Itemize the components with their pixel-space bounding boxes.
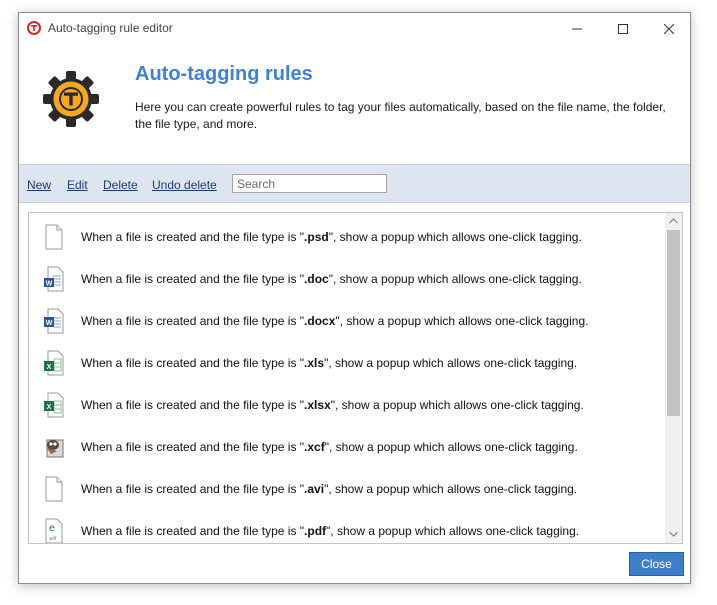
delete-rule-link[interactable]: Delete [103,178,138,192]
maximize-button[interactable] [600,13,646,44]
pdf-file-icon: e pdf [45,518,63,543]
header-panel: Auto-tagging rules Here you can create p… [19,44,690,163]
page-title: Auto-tagging rules [135,63,313,85]
app-logo-icon [27,21,41,35]
minimize-icon [572,28,582,29]
close-window-button[interactable] [646,13,690,44]
rule-text: When a file is created and the file type… [81,482,578,496]
edit-rule-link[interactable]: Edit [67,178,88,192]
svg-text:W: W [46,320,53,327]
toolbar: New Edit Delete Undo delete [19,164,690,203]
list-item[interactable]: X When a file is created and the file ty… [29,342,664,384]
rule-text: When a file is created and the file type… [81,440,578,454]
search-input[interactable] [232,174,387,193]
list-item[interactable]: When a file is created and the file type… [29,216,664,258]
excel-xlsx-icon: X [44,392,64,418]
gimp-icon [46,439,64,458]
rule-text: When a file is created and the file type… [81,230,582,244]
list-item[interactable]: When a file is created and the file type… [29,468,664,510]
svg-text:pdf: pdf [50,536,58,542]
minimize-button[interactable] [554,13,600,44]
list-item[interactable]: W When a file is created and the file ty… [29,300,664,342]
blank-file-icon [45,224,63,250]
title-bar[interactable]: Auto-tagging rule editor [19,13,690,44]
svg-text:W: W [46,281,53,288]
rule-text: When a file is created and the file type… [81,398,584,412]
list-item[interactable]: e pdf When a file is created and the fil… [29,510,664,543]
scroll-up-icon[interactable] [669,218,678,224]
rules-list[interactable]: When a file is created and the file type… [28,212,683,544]
rule-editor-window: Auto-tagging rule editor Auto-tagging ru… [18,12,691,584]
undo-delete-link[interactable]: Undo delete [152,178,217,192]
scroll-down-icon[interactable] [669,531,678,537]
new-rule-link[interactable]: New [27,178,51,192]
blank-file-icon [45,476,63,502]
rule-text: When a file is created and the file type… [81,356,578,370]
gear-logo-icon [43,71,99,127]
close-icon [664,23,674,34]
window-title: Auto-tagging rule editor [48,21,173,35]
close-button[interactable]: Close [629,552,684,576]
vertical-scrollbar[interactable] [665,213,682,543]
svg-text:X: X [47,364,52,371]
maximize-icon [618,23,628,34]
svg-text:X: X [47,404,52,411]
scroll-thumb[interactable] [667,230,680,416]
list-item[interactable]: X When a file is created and the file ty… [29,384,664,426]
page-description: Here you can create powerful rules to ta… [135,100,666,131]
list-item[interactable]: When a file is created and the file type… [29,426,664,468]
rule-text: When a file is created and the file type… [81,272,582,286]
excel-xls-icon: X [44,350,64,376]
rule-text: When a file is created and the file type… [81,314,589,328]
svg-text:e: e [49,523,55,534]
word-docx-icon: W [44,308,64,334]
word-doc-icon: W [44,266,64,292]
rule-text: When a file is created and the file type… [81,524,580,538]
list-item[interactable]: W When a file is created and the file ty… [29,258,664,300]
